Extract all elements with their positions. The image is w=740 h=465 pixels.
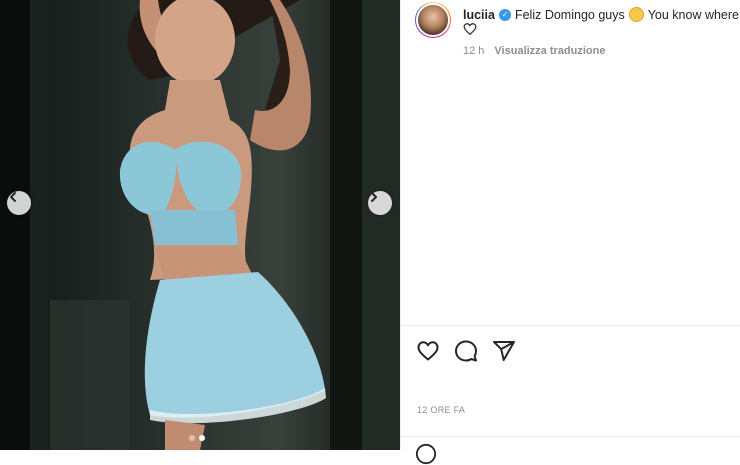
post-photo[interactable] xyxy=(0,0,400,450)
username-link[interactable]: luciia xyxy=(463,8,495,22)
caption: luciia ✓ Feliz Domingo guys You know whe… xyxy=(463,7,739,22)
previous-slide-button[interactable] xyxy=(7,191,31,215)
chevron-right-icon xyxy=(371,192,377,202)
post-actions xyxy=(416,339,516,363)
post-time-short: 12 h xyxy=(463,45,485,57)
send-icon[interactable] xyxy=(492,339,516,363)
white-heart-icon xyxy=(463,23,477,36)
avatar[interactable] xyxy=(415,2,451,38)
caption-text-end: You know where xyxy=(647,7,740,22)
post-image xyxy=(0,0,400,450)
next-slide-button[interactable] xyxy=(368,191,392,215)
translate-link[interactable]: Visualizza traduzione xyxy=(494,45,605,57)
divider xyxy=(401,436,740,437)
post-timestamp[interactable]: 12 ORE FA xyxy=(417,405,465,415)
comment-meta: 12 h Visualizza traduzione xyxy=(463,45,605,57)
caption-text-start: Feliz Domingo guys xyxy=(514,7,625,22)
smiling-face-emoji-icon xyxy=(628,7,644,22)
avatar-image xyxy=(416,3,450,37)
emoji-icon[interactable] xyxy=(415,443,437,465)
post-side-panel: luciia ✓ Feliz Domingo guys You know whe… xyxy=(400,0,740,465)
comment-icon[interactable] xyxy=(454,339,478,363)
carousel-dot-active xyxy=(199,435,205,441)
divider xyxy=(401,325,740,326)
chevron-left-icon xyxy=(10,192,16,202)
heart-icon[interactable] xyxy=(416,339,440,363)
verified-badge-icon: ✓ xyxy=(498,8,511,21)
carousel-indicator xyxy=(189,435,205,441)
carousel-dot xyxy=(189,435,195,441)
